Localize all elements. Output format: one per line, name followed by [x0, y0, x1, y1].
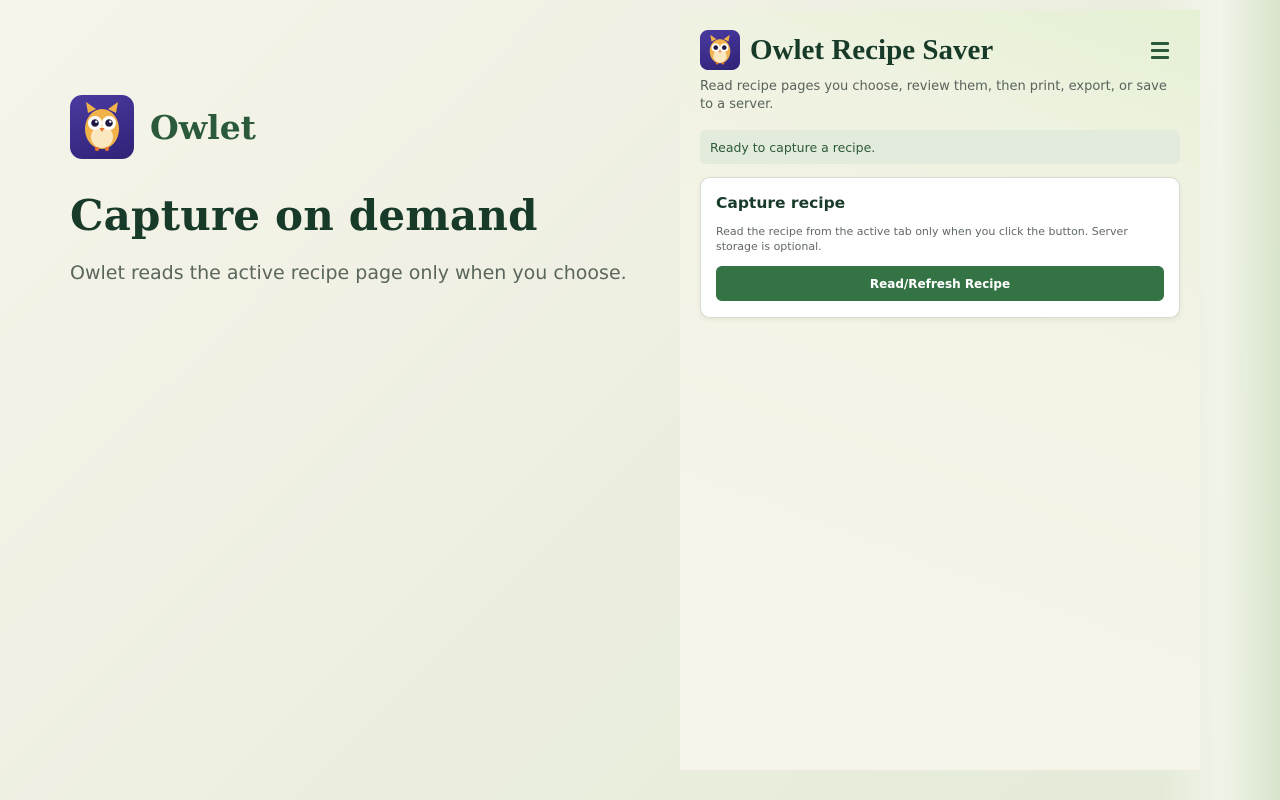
brand-name: Owlet	[150, 107, 256, 147]
hero-title: Capture on demand	[70, 191, 538, 240]
owl-logo-icon	[700, 30, 740, 70]
read-refresh-recipe-button[interactable]: Read/Refresh Recipe	[716, 266, 1164, 301]
panel-description: Read recipe pages you choose, review the…	[700, 79, 1167, 112]
capture-recipe-card: Capture recipe Read the recipe from the …	[700, 177, 1180, 318]
side-panel: Owlet Recipe Saver Read recipe pages you…	[680, 10, 1200, 770]
menu-button[interactable]	[1140, 30, 1180, 70]
hero-section: Owlet Capture on demand Owlet reads the …	[70, 95, 670, 284]
card-description: Read the recipe from the active tab only…	[716, 225, 1128, 253]
card-title: Capture recipe	[716, 194, 846, 212]
panel-header: Owlet Recipe Saver	[700, 30, 1180, 70]
hamburger-menu-icon	[1151, 41, 1169, 59]
panel-brand: Owlet Recipe Saver	[700, 30, 993, 70]
owl-logo-icon	[70, 95, 134, 159]
brand: Owlet	[70, 95, 670, 159]
status-message: Ready to capture a recipe.	[700, 130, 1180, 164]
hero-subtitle: Owlet reads the active recipe page only …	[70, 262, 627, 284]
panel-title: Owlet Recipe Saver	[750, 33, 994, 66]
